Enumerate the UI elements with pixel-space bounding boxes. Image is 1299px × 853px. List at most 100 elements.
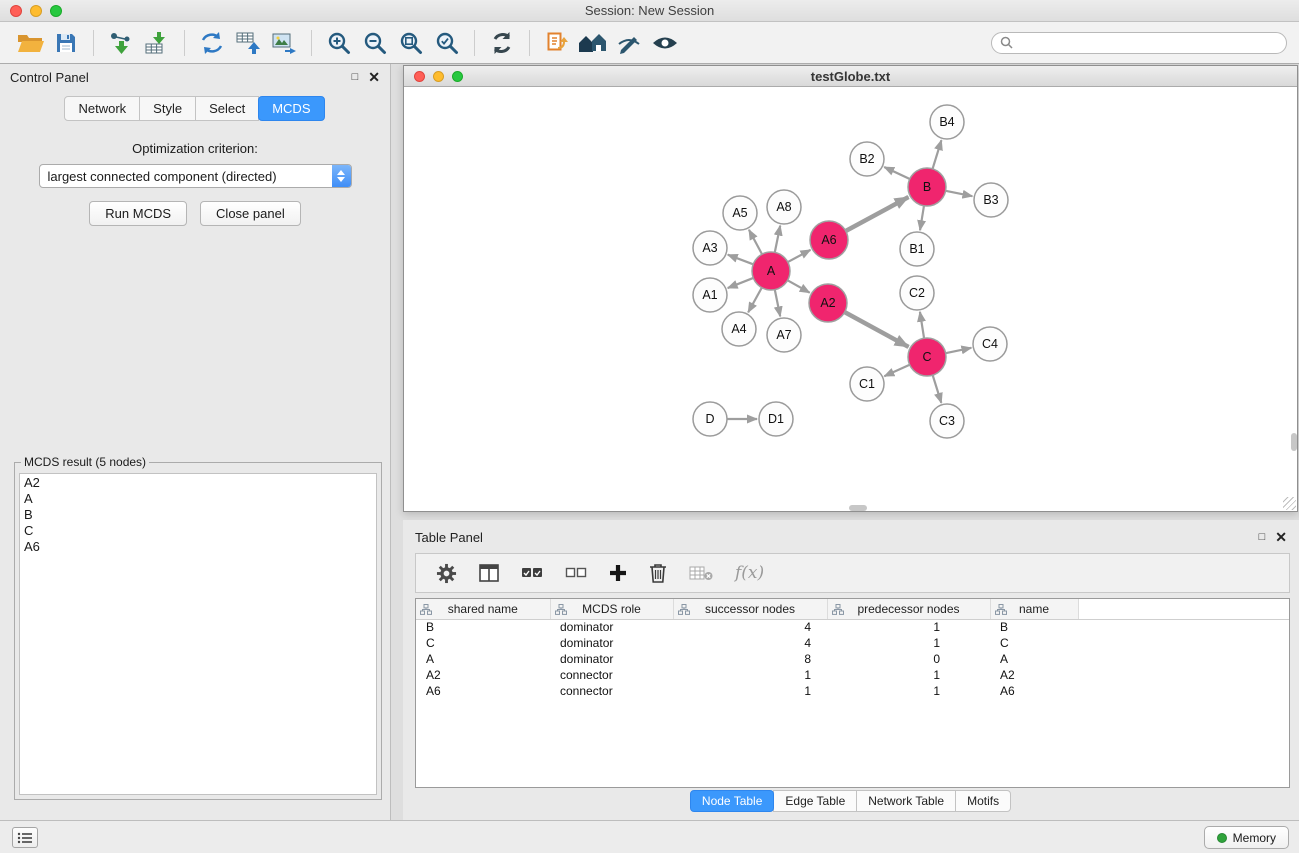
optimization-dropdown[interactable]: largest connected component (directed) (39, 164, 352, 188)
table-cell[interactable]: 8 (673, 651, 827, 667)
function-builder-button[interactable]: f(x) (735, 563, 764, 583)
table-row[interactable]: Cdominator41C (416, 635, 1289, 651)
graph-edge[interactable] (749, 230, 762, 254)
graph-node-A2[interactable]: A2 (809, 284, 847, 322)
table-cell[interactable]: 4 (673, 635, 827, 651)
select-all-button[interactable] (521, 567, 543, 579)
annotation-button[interactable] (539, 27, 575, 59)
resize-grip-icon[interactable] (1283, 497, 1296, 510)
tab-mcds[interactable]: MCDS (258, 96, 324, 121)
table-cell[interactable]: 1 (827, 667, 990, 683)
graph-node-D1[interactable]: D1 (759, 402, 793, 436)
vertical-scrollbar[interactable] (1291, 433, 1297, 451)
mcds-result-item[interactable]: A2 (20, 475, 376, 491)
table-cell[interactable]: A2 (416, 667, 550, 683)
table-cell[interactable]: connector (550, 683, 673, 699)
table-cell[interactable]: B (416, 619, 550, 635)
graph-edge[interactable] (884, 365, 909, 376)
column-header-name[interactable]: name (990, 599, 1078, 619)
home-button[interactable] (575, 27, 611, 59)
table-cell[interactable]: A6 (990, 683, 1078, 699)
graph-node-A5[interactable]: A5 (723, 196, 757, 230)
graph-edge[interactable] (946, 348, 972, 353)
table-cell[interactable]: 4 (673, 619, 827, 635)
graph-edge[interactable] (775, 290, 780, 317)
table-float-panel-icon[interactable]: □ (1259, 531, 1266, 543)
graph-node-B2[interactable]: B2 (850, 142, 884, 176)
save-session-button[interactable] (48, 27, 84, 59)
close-panel-icon[interactable]: ✕ (368, 70, 380, 84)
tab-style[interactable]: Style (139, 96, 196, 121)
zoom-out-button[interactable] (357, 27, 393, 59)
minimize-window-button[interactable] (30, 5, 42, 17)
delete-column-button[interactable] (649, 563, 667, 583)
graph-edge[interactable] (845, 312, 909, 347)
table-row[interactable]: Bdominator41B (416, 619, 1289, 635)
network-minimize-button[interactable] (433, 71, 444, 82)
column-header-shared-name[interactable]: shared name (416, 599, 550, 619)
export-image-button[interactable] (266, 27, 302, 59)
graph-node-A7[interactable]: A7 (767, 318, 801, 352)
graph-node-B4[interactable]: B4 (930, 105, 964, 139)
delete-table-button[interactable] (689, 565, 713, 581)
graph-node-A1[interactable]: A1 (693, 278, 727, 312)
close-panel-button[interactable]: Close panel (200, 201, 301, 226)
table-row[interactable]: Adominator80A (416, 651, 1289, 667)
network-canvas[interactable]: B4B2BB3A5A8A6B1A3AC2A1A2A4A7C4CC1C3DD1 (404, 88, 1297, 511)
mcds-result-item[interactable]: A6 (20, 539, 376, 555)
table-settings-button[interactable] (436, 563, 457, 584)
graph-edge[interactable] (884, 167, 910, 179)
graph-edge[interactable] (748, 288, 762, 313)
table-close-panel-icon[interactable]: ✕ (1275, 530, 1287, 544)
tab-node-table[interactable]: Node Table (690, 790, 775, 812)
table-cell[interactable]: 1 (827, 619, 990, 635)
network-zoom-button[interactable] (452, 71, 463, 82)
tab-motifs[interactable]: Motifs (955, 790, 1011, 812)
table-cell[interactable]: 1 (827, 683, 990, 699)
show-hide-button[interactable] (647, 27, 683, 59)
mcds-result-item[interactable]: B (20, 507, 376, 523)
table-cell[interactable]: dominator (550, 651, 673, 667)
table-cell[interactable]: dominator (550, 619, 673, 635)
graph-edge[interactable] (933, 140, 942, 169)
show-columns-button[interactable] (479, 564, 499, 582)
table-cell[interactable]: 1 (673, 683, 827, 699)
search-input[interactable] (1018, 36, 1278, 50)
graph-node-A8[interactable]: A8 (767, 190, 801, 224)
zoom-fit-button[interactable] (393, 27, 429, 59)
table-row[interactable]: A6connector11A6 (416, 683, 1289, 699)
table-cell[interactable]: 1 (827, 635, 990, 651)
graph-node-D[interactable]: D (693, 402, 727, 436)
graph-edge[interactable] (946, 191, 973, 196)
table-row[interactable]: A2connector11A2 (416, 667, 1289, 683)
graph-edge[interactable] (920, 312, 924, 338)
table-cell[interactable]: 0 (827, 651, 990, 667)
add-column-button[interactable] (609, 564, 627, 582)
run-mcds-button[interactable]: Run MCDS (89, 201, 187, 226)
graph-node-A[interactable]: A (752, 252, 790, 290)
panel-selector-button[interactable] (12, 827, 38, 848)
mcds-result-item[interactable]: C (20, 523, 376, 539)
graph-node-C3[interactable]: C3 (930, 404, 964, 438)
graph-node-A3[interactable]: A3 (693, 231, 727, 265)
tab-network-table[interactable]: Network Table (856, 790, 956, 812)
table-cell[interactable]: C (990, 635, 1078, 651)
graph-node-C2[interactable]: C2 (900, 276, 934, 310)
column-header-predecessor-nodes[interactable]: predecessor nodes (827, 599, 990, 619)
graph-edge[interactable] (933, 375, 942, 403)
zoom-window-button[interactable] (50, 5, 62, 17)
table-cell[interactable]: B (990, 619, 1078, 635)
column-header-MCDS-role[interactable]: MCDS role (550, 599, 673, 619)
tab-edge-table[interactable]: Edge Table (773, 790, 857, 812)
horizontal-scrollbar[interactable] (849, 505, 867, 511)
table-cell[interactable]: A2 (990, 667, 1078, 683)
graph-edge[interactable] (920, 206, 924, 230)
graph-node-B[interactable]: B (908, 168, 946, 206)
tab-network[interactable]: Network (64, 96, 140, 121)
table-cell[interactable]: connector (550, 667, 673, 683)
graph-node-B1[interactable]: B1 (900, 232, 934, 266)
column-header-successor-nodes[interactable]: successor nodes (673, 599, 827, 619)
graph-node-C4[interactable]: C4 (973, 327, 1007, 361)
table-cell[interactable]: C (416, 635, 550, 651)
graph-edge[interactable] (788, 280, 810, 292)
